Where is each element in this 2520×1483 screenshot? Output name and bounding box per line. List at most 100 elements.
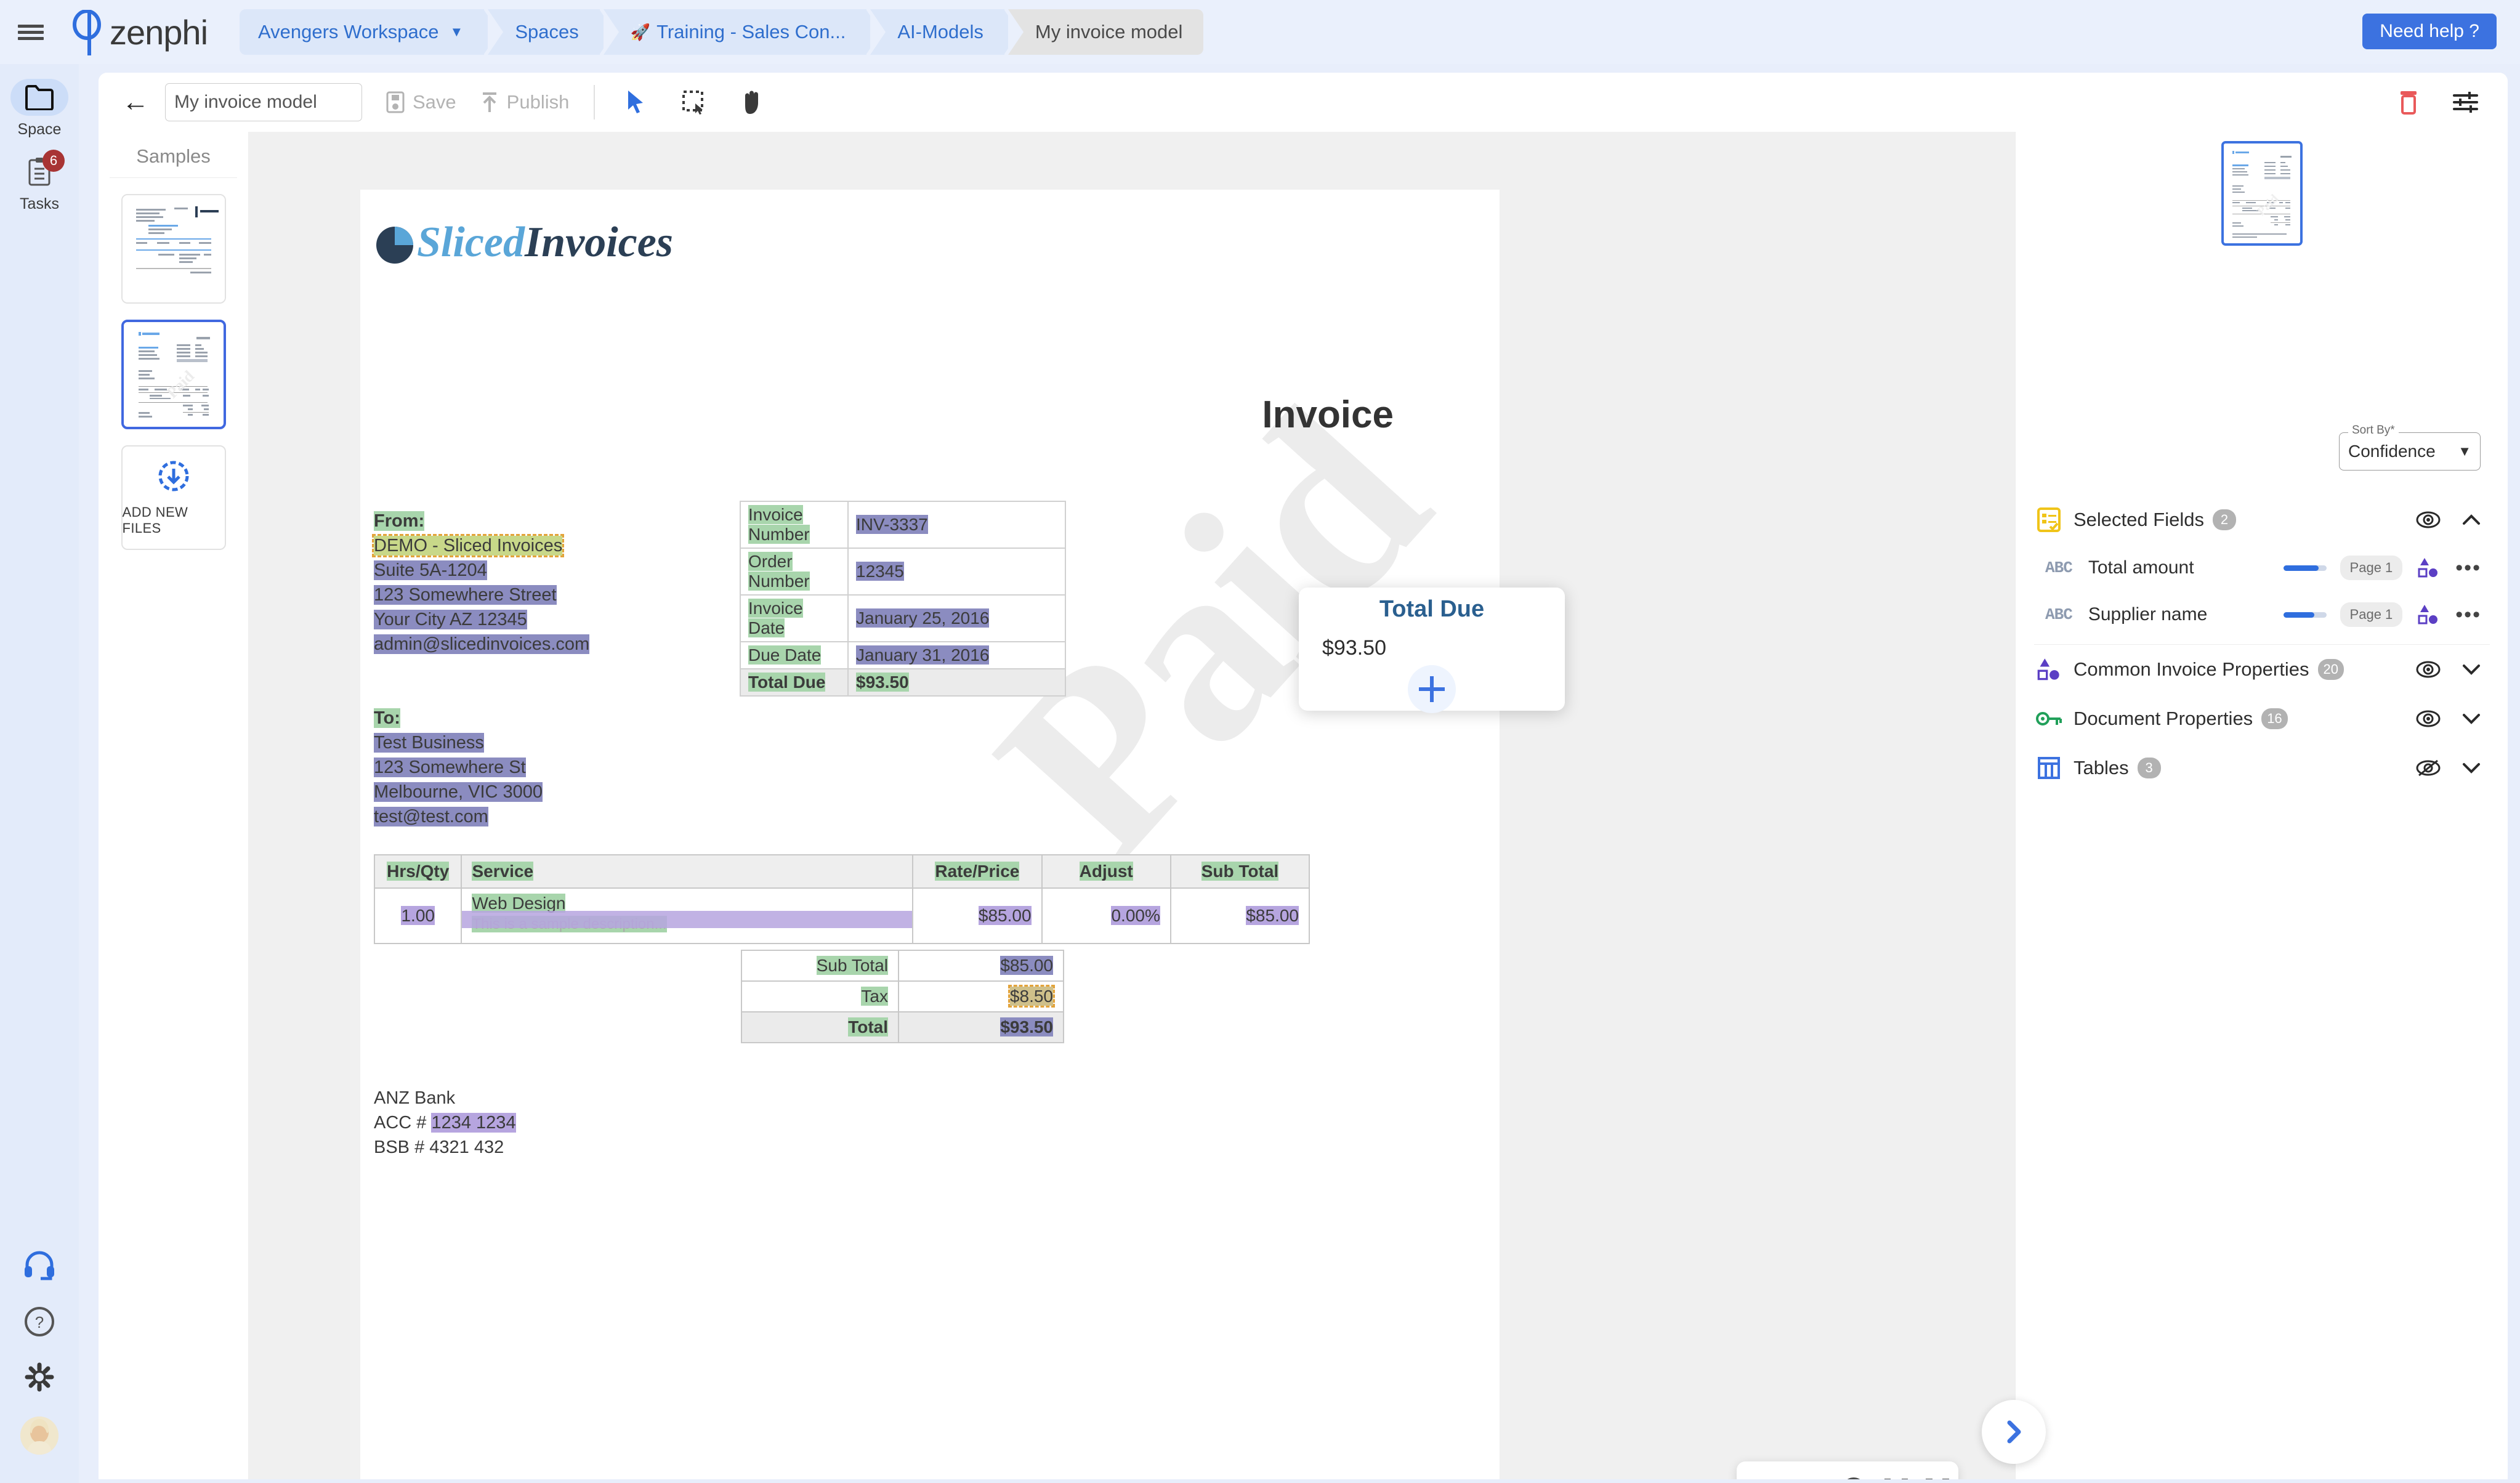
- item-highlight-band: [462, 911, 913, 928]
- field-total-amount[interactable]: ABC Total amount Page 1 •••: [2016, 544, 2508, 591]
- next-page-button[interactable]: [1982, 1400, 2046, 1464]
- user-avatar[interactable]: [20, 1416, 59, 1455]
- detail-value: January 25, 2016: [856, 608, 990, 628]
- detail-label: Invoice Number: [748, 505, 810, 544]
- detail-value: INV-3337: [856, 515, 928, 534]
- column-header: Adjust: [1079, 862, 1133, 881]
- publish-label: Publish: [506, 91, 570, 113]
- add-new-files-label: ADD NEW FILES: [122, 504, 188, 536]
- chevron-down-icon[interactable]: [2461, 663, 2481, 676]
- section-selected-fields[interactable]: Selected Fields 2: [2016, 495, 2508, 544]
- zoom-out-button[interactable]: [1841, 1476, 1867, 1479]
- chevron-down-icon[interactable]: [2461, 761, 2481, 775]
- field-label: Total amount: [2088, 557, 2194, 578]
- section-document-properties[interactable]: Document Properties 16: [2016, 694, 2508, 743]
- more-dots-icon[interactable]: •••: [2455, 557, 2481, 578]
- breadcrumb-item-ai-models[interactable]: AI-Models: [870, 9, 1019, 55]
- left-rail: Space 6 Tasks ?: [0, 64, 79, 1483]
- model-name-input[interactable]: [165, 83, 362, 121]
- brand-name: zenphi: [110, 12, 208, 52]
- column-header: Sub Total: [1201, 862, 1279, 881]
- to-line: 123 Somewhere St: [374, 758, 526, 777]
- plus-icon[interactable]: [1408, 665, 1456, 713]
- section-common-invoice-properties[interactable]: Common Invoice Properties 20: [2016, 645, 2508, 694]
- pie-logo-icon: [376, 227, 413, 264]
- item-qty: 1.00: [401, 906, 435, 925]
- shapes-icon[interactable]: [2417, 604, 2439, 626]
- breadcrumb-item-current[interactable]: My invoice model: [1008, 9, 1204, 55]
- page-thumbnail[interactable]: Paid: [2221, 141, 2303, 246]
- eye-hidden-icon[interactable]: [2416, 759, 2441, 777]
- chevron-down-icon[interactable]: ▼: [450, 24, 464, 40]
- eye-visible-icon[interactable]: [2416, 661, 2441, 678]
- abc-icon: ABC: [2045, 559, 2073, 577]
- app-root: zenphi Avengers Workspace ▼ Spaces 🚀 Tra…: [0, 0, 2520, 1483]
- document-page: Paid Sliced Invoices Invoice From: DEMO …: [360, 190, 1500, 1479]
- sliders-icon[interactable]: [2452, 90, 2479, 115]
- shapes-icon[interactable]: [2417, 557, 2439, 579]
- sort-by-label: Sort By*: [2348, 424, 2399, 437]
- eye-visible-icon[interactable]: [2416, 511, 2441, 528]
- sample-thumbnail[interactable]: Paid: [121, 320, 226, 429]
- chevron-up-icon[interactable]: [2461, 513, 2481, 527]
- trash-icon[interactable]: [2397, 89, 2420, 116]
- sidebar-item-label: Tasks: [20, 195, 59, 212]
- arrow-left-icon[interactable]: ←: [118, 87, 153, 118]
- chevron-down-icon[interactable]: [2461, 712, 2481, 725]
- section-count: 16: [2261, 708, 2288, 729]
- total-due-popup: Total Due $93.50: [1299, 588, 1565, 713]
- from-company: DEMO - Sliced Invoices: [371, 534, 565, 557]
- more-dots-icon[interactable]: •••: [2455, 604, 2481, 625]
- marquee-select-icon[interactable]: [677, 86, 711, 119]
- shapes-icon: [2034, 657, 2064, 682]
- table-header-row: Hrs/Qty Service Rate/Price Adjust Sub To…: [373, 854, 1310, 889]
- add-new-files-button[interactable]: ADD NEW FILES: [121, 445, 226, 550]
- sidebar-item-space[interactable]: Space: [0, 79, 79, 139]
- gear-icon[interactable]: [23, 1361, 55, 1393]
- confidence-bar: [2283, 565, 2327, 571]
- need-help-button[interactable]: Need help ?: [2362, 14, 2497, 49]
- from-block: From: DEMO - Sliced Invoices Suite 5A-12…: [371, 509, 590, 657]
- sort-by-select[interactable]: Sort By* Confidence ▼: [2339, 424, 2481, 471]
- tasks-badge: 6: [42, 150, 65, 172]
- sidebar-item-tasks[interactable]: 6 Tasks: [0, 150, 79, 213]
- section-label: Document Properties: [2074, 708, 2253, 729]
- hamburger-icon[interactable]: [0, 22, 62, 43]
- detail-label: Total Due: [748, 673, 826, 692]
- zoom-in-button[interactable]: [1745, 1477, 1770, 1479]
- section-label: Tables: [2074, 757, 2129, 778]
- cursor-select-icon[interactable]: [620, 86, 653, 119]
- document-viewer[interactable]: Paid Sliced Invoices Invoice From: DEMO …: [249, 132, 2015, 1479]
- item-rate: $85.00: [978, 906, 1032, 925]
- save-button[interactable]: Save: [386, 91, 456, 114]
- breadcrumb-label: Spaces: [515, 21, 579, 42]
- fit-screen-icon[interactable]: [1884, 1478, 1908, 1479]
- section-tables[interactable]: Tables 3: [2016, 743, 2508, 793]
- table-row: Total Due $93.50: [740, 668, 1066, 697]
- headset-support-icon[interactable]: [22, 1248, 57, 1282]
- column-header: Rate/Price: [935, 862, 1020, 881]
- total-value: $85.00: [1000, 956, 1053, 975]
- field-sections: Selected Fields 2 ABC Total amount Page …: [2016, 495, 2508, 793]
- to-company: Test Business: [374, 733, 484, 753]
- breadcrumb-item-workspace[interactable]: Avengers Workspace ▼: [240, 9, 499, 55]
- confidence-bar: [2283, 612, 2327, 618]
- total-label: Total: [848, 1017, 888, 1036]
- eye-visible-icon[interactable]: [2416, 710, 2441, 727]
- sample-thumbnail[interactable]: [121, 194, 226, 304]
- page-chip: Page 1: [2340, 602, 2403, 627]
- publish-button[interactable]: Publish: [480, 91, 570, 114]
- breadcrumb-item-training[interactable]: 🚀 Training - Sales Con...: [603, 9, 881, 55]
- table-row: 1.00 Web Design This is a sample descrip…: [373, 887, 1310, 944]
- chevron-down-icon[interactable]: ▼: [2458, 443, 2471, 459]
- invoice-logo: Sliced Invoices: [374, 218, 673, 267]
- field-supplier-name[interactable]: ABC Supplier name Page 1 •••: [2016, 591, 2508, 638]
- breadcrumb-item-spaces[interactable]: Spaces: [488, 9, 615, 55]
- invoice-details-table: Invoice Number INV-3337 Order Number 12345…: [740, 501, 1066, 697]
- table-icon: [2034, 756, 2064, 780]
- fullscreen-icon[interactable]: [1925, 1478, 1950, 1479]
- help-circle-icon[interactable]: ?: [23, 1306, 55, 1338]
- pan-hand-icon[interactable]: [735, 86, 769, 119]
- breadcrumb-label: AI-Models: [897, 21, 983, 42]
- detail-label: Due Date: [748, 645, 822, 665]
